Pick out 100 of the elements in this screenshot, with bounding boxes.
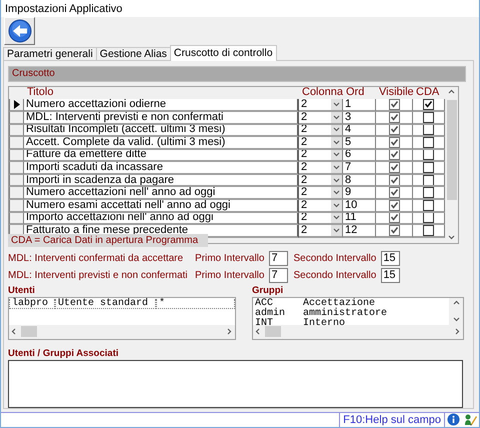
- dropdown-value: 2: [301, 162, 308, 173]
- list-cell-text: Accettazione: [302, 298, 376, 309]
- list-cell-text: ACC: [254, 298, 274, 309]
- vertical-scrollbar[interactable]: [449, 298, 463, 325]
- table-cell: 5: [343, 137, 376, 150]
- tab[interactable]: Gestione Alias: [96, 46, 171, 60]
- column-header: Titolo: [26, 86, 54, 98]
- table-cell: 6: [343, 150, 376, 162]
- tab[interactable]: Cruscotto di controllo: [170, 44, 277, 61]
- input-field[interactable]: 15: [381, 268, 400, 283]
- checkbox[interactable]: [423, 112, 434, 123]
- checkbox[interactable]: [388, 225, 400, 236]
- column-header: Ord: [345, 86, 366, 98]
- field-label: Secondo Intervallo: [293, 252, 376, 264]
- window-title: Impostazioni Applicativo: [1, 0, 479, 18]
- dropdown-value: 2: [301, 174, 308, 186]
- checkbox[interactable]: [388, 174, 400, 186]
- table-cell: Numero accettazioni nell' anno ad oggi: [24, 187, 299, 200]
- column-dropdown[interactable]: 2: [299, 162, 343, 175]
- column-dropdown[interactable]: 2: [299, 150, 343, 162]
- list-cell-text: admin: [254, 308, 286, 319]
- legend-note: CDA = Carica Dati in apertura Programma: [8, 234, 208, 247]
- list-cell-text: INT: [254, 318, 274, 325]
- list-cell-text: amministratore: [302, 308, 388, 319]
- dropdown-value: 2: [301, 99, 308, 110]
- dropdown-value: 2: [301, 212, 308, 224]
- table-cell: 1: [343, 99, 376, 112]
- horizontal-scrollbar[interactable]: [253, 324, 463, 339]
- column-header: Colonna: [301, 86, 343, 98]
- list-label: Utenti: [8, 284, 36, 297]
- field-label: MDL: Interventi confermati da accettare: [8, 252, 184, 264]
- table-cell: Importi in scadenza da pagare: [24, 174, 299, 188]
- table-cell: Importo accettazioni nell' anno ad oggi: [24, 212, 299, 226]
- scroll-thumb[interactable]: [21, 326, 37, 338]
- column-header: Visibile: [378, 86, 413, 98]
- field-label: Secondo Intervallo: [293, 270, 376, 281]
- table-cell: 4: [343, 124, 376, 138]
- column-dropdown[interactable]: 2: [299, 200, 343, 213]
- checkbox[interactable]: [388, 112, 400, 123]
- back-button[interactable]: [4, 17, 35, 46]
- table-cell: 7: [343, 162, 376, 175]
- checkbox[interactable]: [423, 99, 434, 110]
- field-label: Primo Intervallo: [195, 270, 264, 281]
- checkbox[interactable]: [388, 99, 400, 110]
- checkbox[interactable]: [388, 150, 400, 160]
- current-row-icon: [14, 100, 20, 110]
- scroll-thumb[interactable]: [447, 100, 457, 200]
- horizontal-scrollbar[interactable]: [9, 324, 235, 339]
- dropdown-value: 2: [301, 124, 308, 136]
- table-cell: Numero accettazioni odierne: [24, 99, 299, 112]
- section-header: Cruscotto: [8, 66, 466, 82]
- dropdown-value: 2: [301, 187, 308, 198]
- column-dropdown[interactable]: 2: [299, 137, 343, 150]
- list-label: Gruppi: [252, 284, 284, 297]
- table-cell: Importi scaduti da incassare: [24, 162, 299, 175]
- checkbox[interactable]: [388, 200, 400, 211]
- table-cell: 8: [343, 174, 376, 188]
- scroll-thumb[interactable]: [265, 326, 281, 338]
- edit-icon[interactable]: [464, 413, 477, 426]
- column-dropdown[interactable]: 2: [299, 99, 343, 112]
- associated-list[interactable]: [8, 360, 463, 408]
- row-selector[interactable]: [9, 99, 24, 112]
- field-label: Primo Intervallo: [195, 252, 264, 264]
- list-cell: Utente standard: [55, 298, 156, 309]
- column-header: CDA: [415, 86, 440, 98]
- checkbox[interactable]: [388, 124, 400, 136]
- table-cell: Fatture da emettere ditte: [24, 150, 299, 162]
- column-dropdown[interactable]: 2: [299, 112, 343, 124]
- checkbox[interactable]: [423, 187, 434, 198]
- input-field[interactable]: 7: [269, 250, 288, 266]
- list-cell: *: [156, 298, 235, 309]
- column-dropdown[interactable]: 2: [299, 174, 343, 188]
- table-cell: 9: [343, 187, 376, 200]
- list-label: Utenti / Gruppi Associati: [8, 348, 120, 360]
- table-cell: Accett. Complete da valid. (ultimi 3 mesi): [24, 137, 299, 150]
- table-cell: 12: [343, 225, 376, 238]
- table-cell: Numero esami accettati nell' anno ad oggi: [24, 200, 299, 213]
- column-dropdown[interactable]: 2: [299, 124, 343, 138]
- column-dropdown[interactable]: 2: [299, 212, 343, 226]
- input-field[interactable]: 7: [269, 268, 288, 283]
- field-label: MDL: Interventi previsti e non confermati: [8, 270, 189, 281]
- dropdown-value: 2: [301, 225, 308, 236]
- status-help-text: F10:Help sul campo: [339, 412, 445, 427]
- column-dropdown[interactable]: 2: [299, 225, 343, 238]
- input-field[interactable]: 15: [381, 250, 400, 266]
- dropdown-value: 2: [301, 137, 308, 148]
- checkbox[interactable]: [423, 174, 434, 186]
- info-icon[interactable]: [447, 413, 460, 426]
- table-cell: 10: [343, 200, 376, 213]
- table-cell: Risultati Incompleti (accett. ultimi 3 mesi): [24, 124, 299, 138]
- table-cell: 3: [343, 112, 376, 124]
- checkbox[interactable]: [388, 162, 400, 173]
- table-cell: MDL: Interventi previsti e non confermati: [24, 112, 299, 124]
- list-cell: labpro: [9, 298, 55, 309]
- checkbox[interactable]: [388, 212, 400, 224]
- checkbox[interactable]: [388, 137, 400, 148]
- list-cell-text: Interno: [302, 318, 346, 325]
- column-dropdown[interactable]: 2: [299, 187, 343, 200]
- checkbox[interactable]: [388, 187, 400, 198]
- tab[interactable]: Parametri generali: [3, 46, 97, 60]
